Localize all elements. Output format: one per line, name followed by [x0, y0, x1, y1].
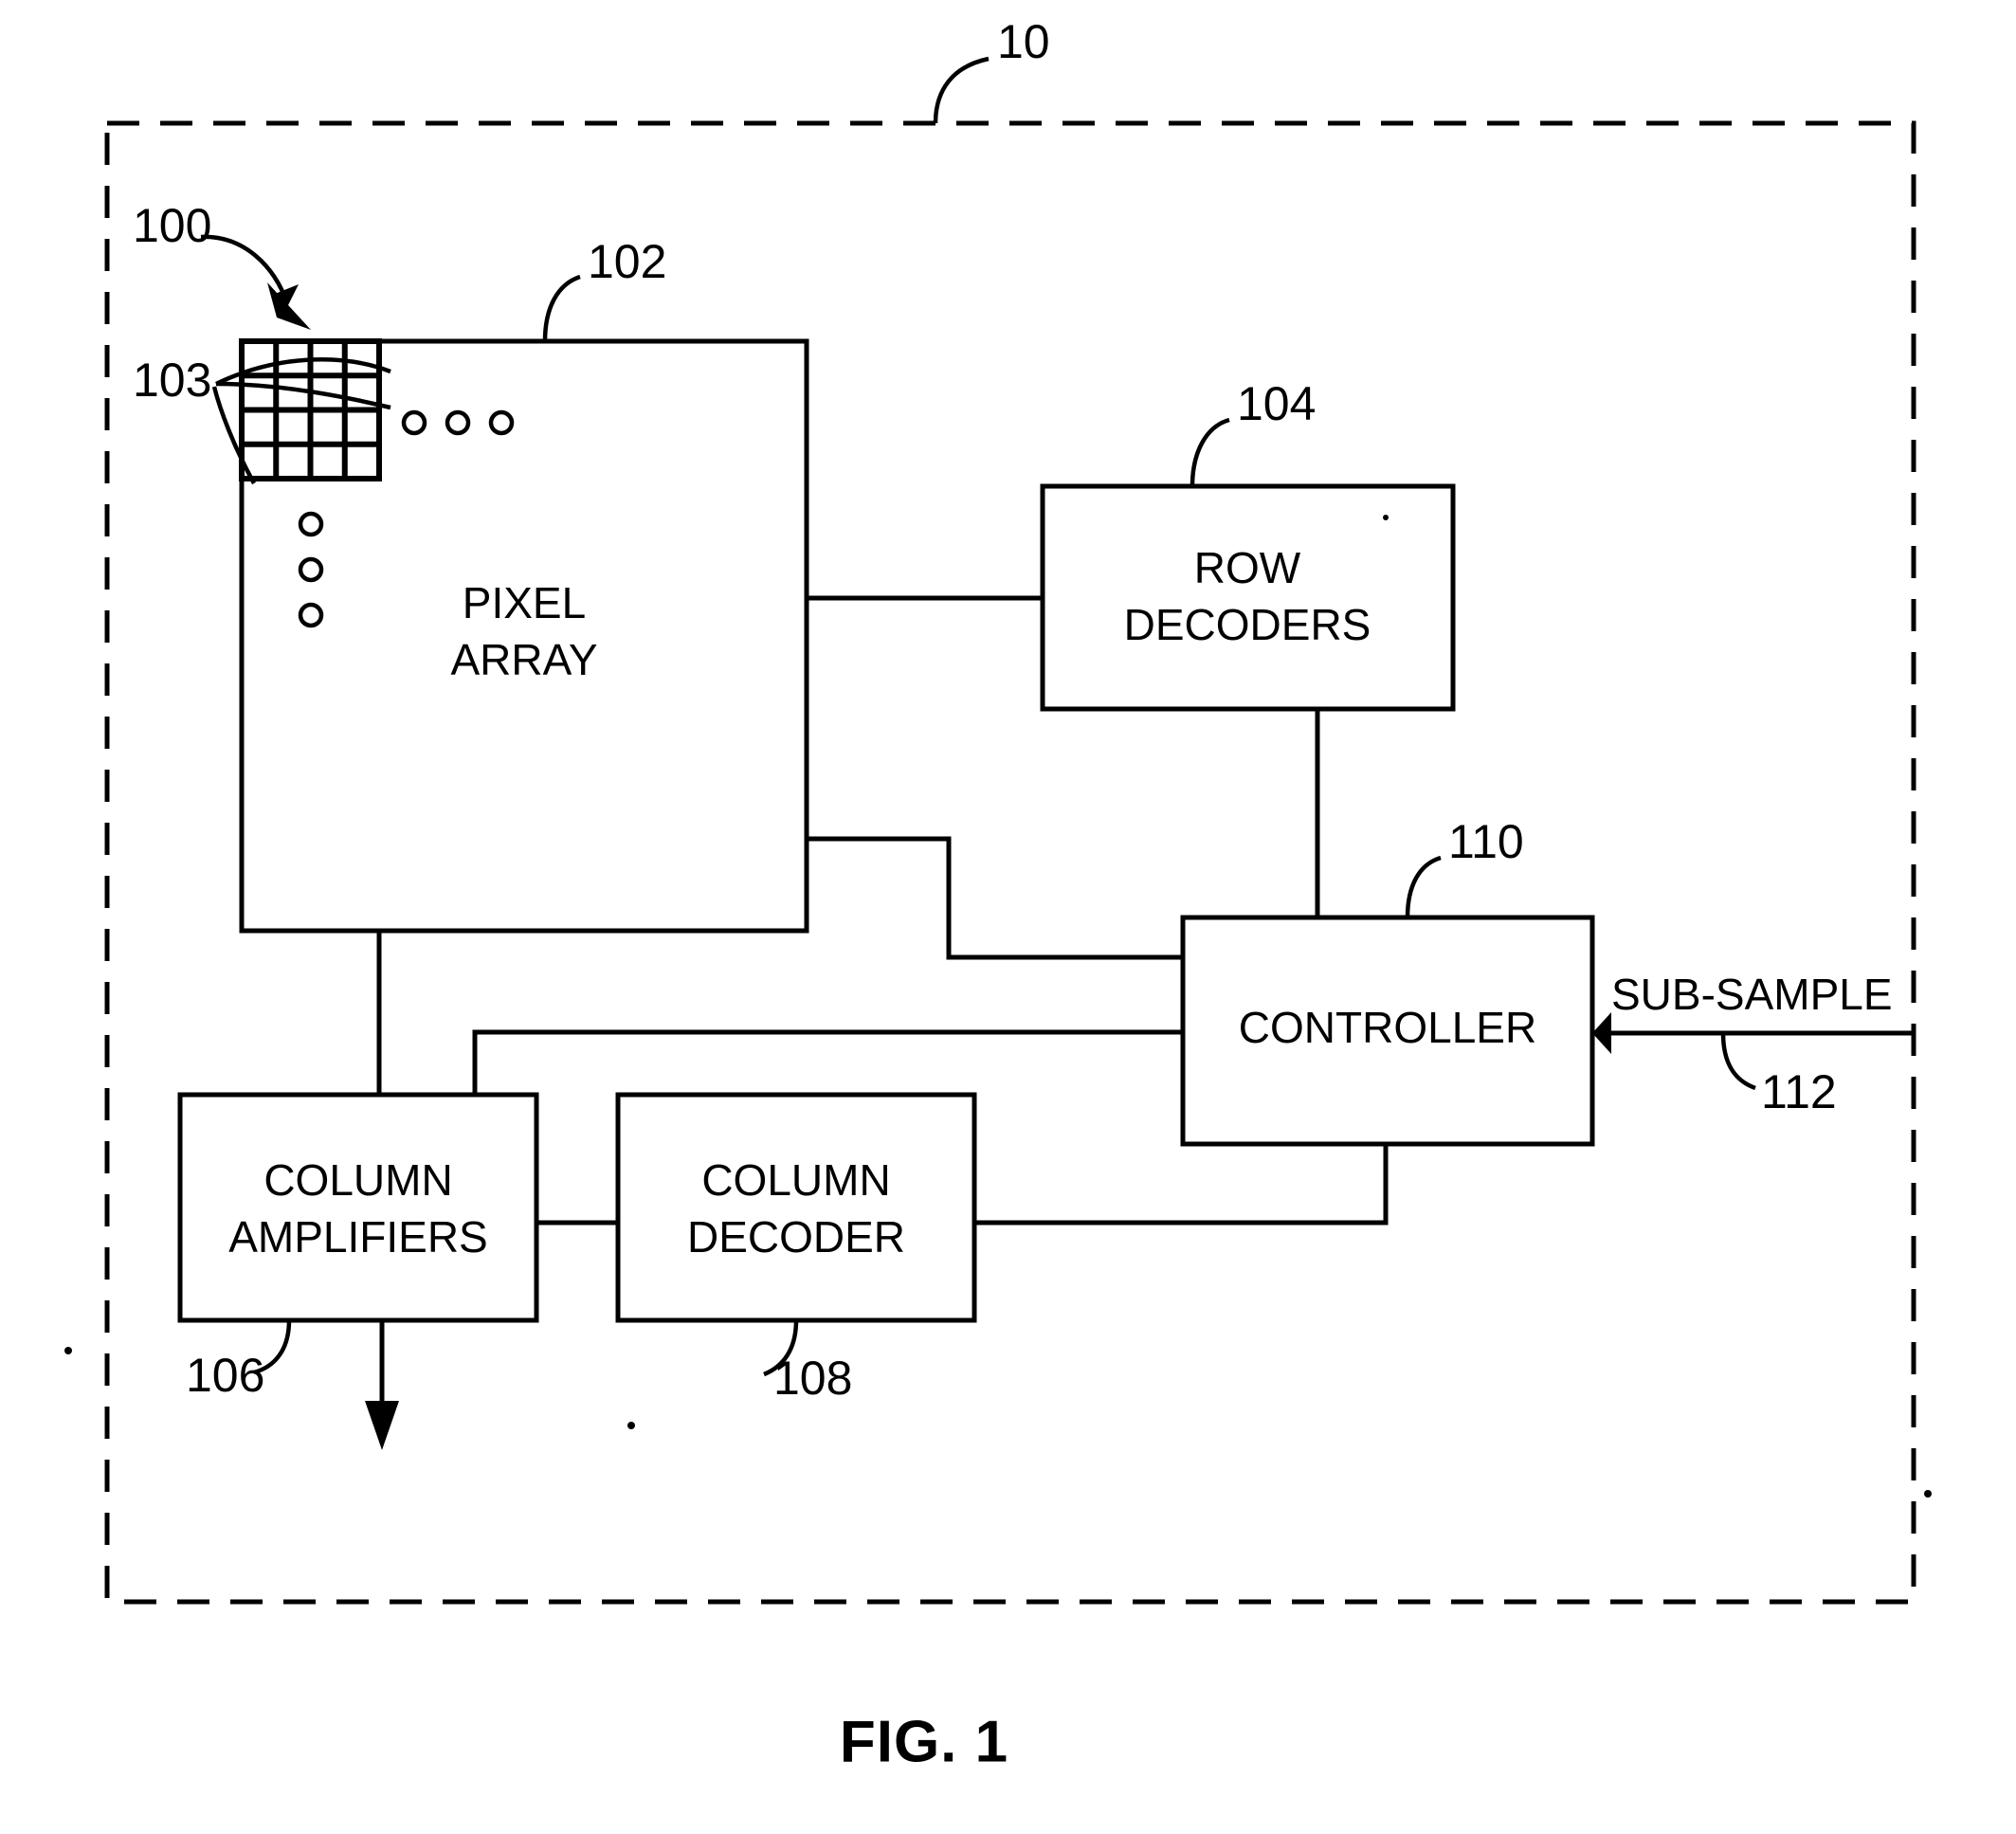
output-arrowhead	[365, 1401, 399, 1450]
scan-speck	[1383, 515, 1389, 520]
ref-number-104: 104	[1237, 377, 1316, 430]
column-decoder-label-line2: DECODER	[687, 1212, 905, 1262]
figure-caption: FIG. 1	[840, 1709, 1008, 1774]
row-decoders-label-line2: DECODERS	[1124, 600, 1371, 649]
ref-number-102: 102	[588, 235, 666, 288]
controller-label: CONTROLLER	[1239, 1003, 1536, 1052]
leader-line-110	[1405, 855, 1442, 918]
column-decoder-label-line1: COLUMN	[701, 1155, 890, 1205]
ellipsis-dot	[298, 556, 324, 583]
ref-number-10: 10	[997, 15, 1050, 68]
scan-speck	[64, 1347, 72, 1354]
ref-number-108: 108	[773, 1352, 852, 1405]
pixel-array-ellipsis-vertical	[298, 511, 324, 628]
leader-line-102	[542, 274, 581, 342]
scan-speck	[627, 1422, 635, 1429]
patent-figure: 10 PIXEL ARRAY 102 103 100 ROW DECODERS …	[0, 0, 2016, 1834]
ref-number-100: 100	[133, 199, 211, 252]
ref-number-106: 106	[186, 1349, 264, 1402]
pixel-array-label-line2: ARRAY	[450, 635, 597, 684]
row-decoders-label-line1: ROW	[1194, 543, 1301, 592]
ellipsis-dot	[401, 409, 427, 436]
sub-sample-arrowhead	[1592, 1012, 1611, 1054]
pixel-array-ellipsis-horizontal	[401, 409, 515, 436]
column-amplifiers-label-line1: COLUMN	[263, 1155, 452, 1205]
ellipsis-dot	[488, 409, 515, 436]
ellipsis-dot	[445, 409, 471, 436]
conn-column-decoder-to-controller	[974, 1144, 1389, 1226]
pixel-array-label-line1: PIXEL	[463, 578, 586, 627]
conn-pixel-array-to-controller	[807, 836, 1183, 960]
scan-speck	[1924, 1490, 1932, 1498]
diagram-canvas: 10 PIXEL ARRAY 102 103 100 ROW DECODERS …	[64, 15, 1932, 1774]
column-decoder-box[interactable]	[615, 1092, 977, 1323]
conn-controller-to-column-amplifiers	[472, 1029, 1183, 1095]
ref-number-112: 112	[1761, 1065, 1837, 1118]
leader-line-112	[1720, 1032, 1756, 1091]
sub-sample-label: SUB-SAMPLE	[1611, 970, 1893, 1019]
ellipsis-dot	[298, 602, 324, 628]
column-amplifiers-label-line2: AMPLIFIERS	[228, 1212, 488, 1262]
column-amplifiers-box[interactable]	[177, 1092, 539, 1323]
row-decoders-box[interactable]	[1040, 483, 1456, 712]
leader-line-10	[933, 56, 990, 124]
ellipsis-dot	[298, 511, 324, 537]
ref-number-110: 110	[1448, 815, 1524, 868]
ref-number-103: 103	[133, 354, 211, 407]
leader-line-104	[1190, 417, 1230, 487]
